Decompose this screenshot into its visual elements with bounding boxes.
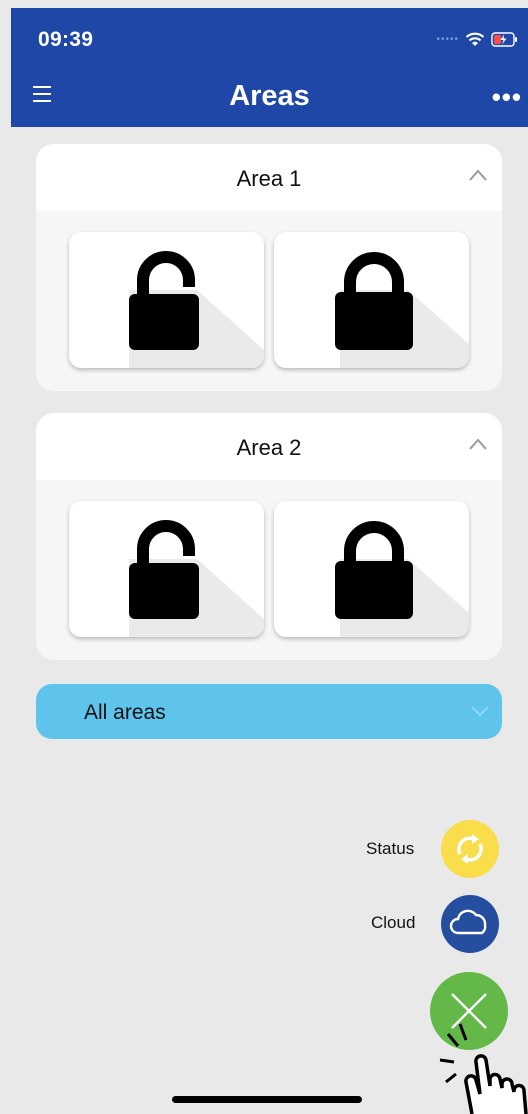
padlock-unlocked-icon bbox=[129, 520, 264, 637]
unlock-area-button[interactable] bbox=[69, 501, 264, 637]
lock-area-button[interactable] bbox=[274, 232, 469, 368]
status-icons: ••••• bbox=[436, 32, 518, 47]
status-bar: 09:39 ••••• bbox=[11, 8, 528, 68]
area-title: Area 1 bbox=[236, 166, 302, 191]
padlock-locked-icon bbox=[335, 521, 469, 637]
cloud-icon bbox=[449, 909, 487, 935]
navbar: Areas ••• bbox=[11, 68, 528, 127]
all-areas-label: All areas bbox=[84, 701, 166, 724]
app-header: 09:39 ••••• Areas ••• bbox=[11, 8, 528, 127]
battery-icon bbox=[491, 32, 517, 47]
signal-icon: ••••• bbox=[436, 34, 459, 45]
padlock-unlocked-icon bbox=[129, 251, 264, 368]
chevron-down-icon bbox=[471, 706, 489, 717]
cloud-fab-label: Cloud bbox=[371, 913, 416, 932]
status-fab-button[interactable] bbox=[441, 820, 499, 878]
status-fab-label: Status bbox=[366, 839, 415, 858]
unlock-area-button[interactable] bbox=[69, 232, 264, 368]
padlock-locked-icon bbox=[335, 252, 469, 368]
page-title: Areas bbox=[229, 80, 310, 112]
area-card-2: Area 2 bbox=[36, 413, 502, 660]
home-indicator bbox=[172, 1096, 362, 1103]
cloud-fab-button[interactable] bbox=[441, 895, 499, 953]
area-card-1: Area 1 bbox=[36, 144, 502, 391]
status-time: 09:39 bbox=[38, 28, 94, 51]
lock-area-button[interactable] bbox=[274, 501, 469, 637]
area-header[interactable]: Area 1 bbox=[36, 144, 502, 211]
all-areas-dropdown[interactable]: All areas bbox=[36, 684, 502, 739]
refresh-icon bbox=[457, 834, 483, 864]
area-header[interactable]: Area 2 bbox=[36, 413, 502, 480]
area-title: Area 2 bbox=[236, 435, 302, 460]
more-icon[interactable]: ••• bbox=[492, 82, 522, 113]
tap-hand-icon bbox=[439, 1023, 528, 1114]
chevron-up-icon[interactable] bbox=[468, 437, 488, 451]
wifi-icon bbox=[465, 32, 485, 46]
chevron-up-icon[interactable] bbox=[468, 168, 488, 182]
